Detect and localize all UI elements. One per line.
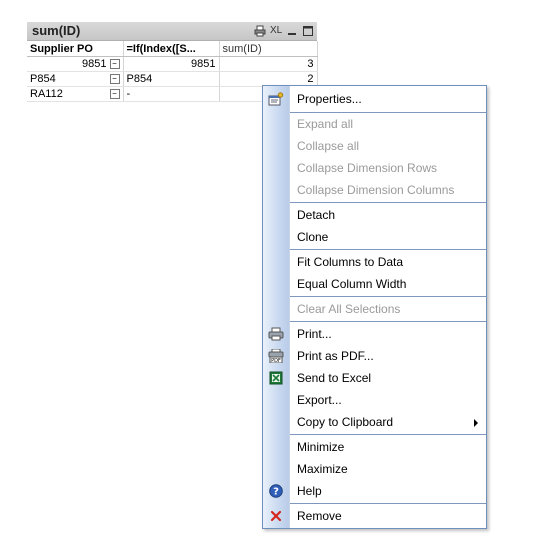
context-menu: Properties... Expand all Collapse all Co… <box>262 85 487 529</box>
help-icon: ? <box>268 484 284 498</box>
menu-separator <box>290 321 486 322</box>
maximize-icon[interactable] <box>302 25 314 37</box>
svg-text:PDF: PDF <box>271 358 281 363</box>
menu-item-export[interactable]: Export... <box>263 389 486 411</box>
excel-icon <box>268 371 284 385</box>
menu-item-equal-column-width[interactable]: Equal Column Width <box>263 273 486 295</box>
collapse-icon[interactable]: − <box>109 74 120 84</box>
table-cell[interactable]: 9851− <box>27 56 124 72</box>
menu-item-print-as-pdf[interactable]: PDF Print as PDF... <box>263 345 486 367</box>
menu-separator <box>290 202 486 203</box>
menu-separator <box>290 503 486 504</box>
table-cell: 3 <box>219 56 318 72</box>
minimize-icon[interactable] <box>286 25 298 37</box>
menu-item-copy-to-clipboard[interactable]: Copy to Clipboard <box>263 411 486 433</box>
menu-item-detach[interactable]: Detach <box>263 204 486 226</box>
pdf-icon: PDF <box>268 348 284 364</box>
object-caption[interactable]: sum(ID) XL <box>27 22 317 41</box>
table-cell[interactable]: P854 <box>123 71 220 87</box>
header-row: Supplier PO =If(Index([S... sum(ID) <box>27 41 318 57</box>
table-cell[interactable]: P854− <box>27 71 124 87</box>
column-header[interactable]: Supplier PO <box>27 41 124 57</box>
caption-title: sum(ID) <box>32 23 81 38</box>
column-header[interactable]: sum(ID) <box>219 41 318 57</box>
menu-item-send-to-excel[interactable]: Send to Excel <box>263 367 486 389</box>
menu-separator <box>290 434 486 435</box>
submenu-arrow-icon <box>474 419 478 427</box>
menu-item-clear-all-selections: Clear All Selections <box>297 302 401 316</box>
menu-separator <box>290 296 486 297</box>
collapse-icon[interactable]: − <box>109 89 120 99</box>
menu-separator <box>290 249 486 250</box>
menu-item-expand-all: Expand all <box>297 117 354 131</box>
menu-item-clone[interactable]: Clone <box>263 226 486 248</box>
table-cell[interactable]: 9851 <box>123 56 220 72</box>
menu-item-minimize[interactable]: Minimize <box>263 436 486 458</box>
menu-item-properties[interactable]: Properties... <box>263 88 486 110</box>
table-cell[interactable]: RA112− <box>27 86 124 102</box>
menu-item-remove[interactable]: Remove <box>263 505 486 527</box>
print-icon <box>268 327 284 341</box>
menu-item-print[interactable]: Print... <box>263 323 486 345</box>
menu-item-fit-columns[interactable]: Fit Columns to Data <box>263 251 486 273</box>
menu-item-collapse-all: Collapse all <box>297 139 360 153</box>
collapse-icon[interactable]: − <box>109 59 120 69</box>
menu-item-help[interactable]: ? Help <box>263 480 486 502</box>
table-cell[interactable]: - <box>123 86 220 102</box>
properties-icon <box>268 92 284 106</box>
svg-text:?: ? <box>273 487 279 498</box>
column-header[interactable]: =If(Index([S... <box>123 41 220 57</box>
menu-item-collapse-dimension-columns: Collapse Dimension Columns <box>297 183 455 197</box>
menu-item-maximize[interactable]: Maximize <box>263 458 486 480</box>
menu-item-collapse-dimension-rows: Collapse Dimension Rows <box>297 161 438 175</box>
print-icon[interactable] <box>254 25 266 37</box>
table-row: 9851− 9851 3 <box>27 56 318 72</box>
xl-icon[interactable]: XL <box>270 25 282 37</box>
remove-icon <box>268 509 284 523</box>
